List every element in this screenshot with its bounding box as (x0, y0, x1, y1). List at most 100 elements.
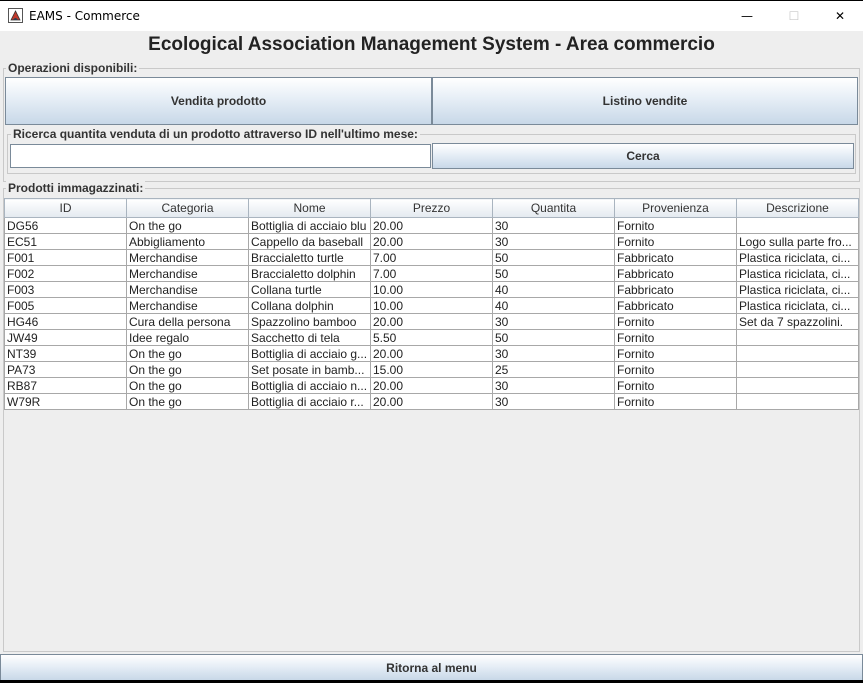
cell-id[interactable]: W79R (4, 393, 127, 410)
table-row[interactable]: RB87 On the go Bottiglia di acciaio n...… (4, 377, 859, 394)
cell-origin[interactable]: Fabbricato (614, 281, 737, 298)
cell-name[interactable]: Collana dolphin (248, 297, 371, 314)
cell-quantity[interactable]: 50 (492, 249, 615, 266)
column-header-quantity[interactable]: Quantita (492, 198, 615, 218)
price-list-button[interactable]: Listino vendite (432, 77, 858, 125)
cell-name[interactable]: Braccialetto turtle (248, 249, 371, 266)
cell-description[interactable]: Plastica riciclata, ci... (736, 249, 859, 266)
cell-description[interactable] (736, 393, 859, 410)
column-header-price[interactable]: Prezzo (370, 198, 493, 218)
table-row[interactable]: F003 Merchandise Collana turtle 10.00 40… (4, 281, 859, 298)
cell-category[interactable]: On the go (126, 377, 249, 394)
close-button[interactable]: ✕ (817, 1, 863, 31)
cell-id[interactable]: EC51 (4, 233, 127, 250)
cell-id[interactable]: F005 (4, 297, 127, 314)
cell-id[interactable]: RB87 (4, 377, 127, 394)
table-row[interactable]: JW49 Idee regalo Sacchetto di tela 5.50 … (4, 329, 859, 346)
cell-category[interactable]: Cura della persona (126, 313, 249, 330)
cell-quantity[interactable]: 30 (492, 393, 615, 410)
table-row[interactable]: F002 Merchandise Braccialetto dolphin 7.… (4, 265, 859, 282)
column-header-origin[interactable]: Provenienza (614, 198, 737, 218)
cell-price[interactable]: 7.00 (370, 249, 493, 266)
cell-origin[interactable]: Fornito (614, 393, 737, 410)
table-row[interactable]: HG46 Cura della persona Spazzolino bambo… (4, 313, 859, 330)
cell-name[interactable]: Bottiglia di acciaio blu (248, 217, 371, 234)
table-row[interactable]: DG56 On the go Bottiglia di acciaio blu … (4, 217, 859, 234)
cell-price[interactable]: 20.00 (370, 393, 493, 410)
cell-category[interactable]: On the go (126, 393, 249, 410)
cell-origin[interactable]: Fornito (614, 329, 737, 346)
cell-name[interactable]: Bottiglia di acciaio r... (248, 393, 371, 410)
cell-quantity[interactable]: 50 (492, 265, 615, 282)
cell-origin[interactable]: Fornito (614, 377, 737, 394)
cell-description[interactable] (736, 329, 859, 346)
cell-description[interactable]: Logo sulla parte fro... (736, 233, 859, 250)
table-row[interactable]: F001 Merchandise Braccialetto turtle 7.0… (4, 249, 859, 266)
table-row[interactable]: PA73 On the go Set posate in bamb... 15.… (4, 361, 859, 378)
cell-origin[interactable]: Fornito (614, 345, 737, 362)
cell-id[interactable]: DG56 (4, 217, 127, 234)
cell-description[interactable]: Set da 7 spazzolini. (736, 313, 859, 330)
column-header-name[interactable]: Nome (248, 198, 371, 218)
cell-id[interactable]: JW49 (4, 329, 127, 346)
search-button[interactable]: Cerca (432, 143, 854, 169)
cell-quantity[interactable]: 30 (492, 313, 615, 330)
product-id-input[interactable] (10, 144, 431, 168)
cell-id[interactable]: HG46 (4, 313, 127, 330)
cell-description[interactable]: Plastica riciclata, ci... (736, 281, 859, 298)
cell-description[interactable] (736, 345, 859, 362)
cell-quantity[interactable]: 30 (492, 217, 615, 234)
cell-origin[interactable]: Fornito (614, 361, 737, 378)
cell-id[interactable]: F001 (4, 249, 127, 266)
table-row[interactable]: W79R On the go Bottiglia di acciaio r...… (4, 393, 859, 410)
cell-price[interactable]: 10.00 (370, 297, 493, 314)
cell-name[interactable]: Collana turtle (248, 281, 371, 298)
cell-origin[interactable]: Fabbricato (614, 265, 737, 282)
cell-description[interactable] (736, 361, 859, 378)
cell-quantity[interactable]: 50 (492, 329, 615, 346)
back-to-menu-button[interactable]: Ritorna al menu (0, 654, 863, 681)
cell-id[interactable]: PA73 (4, 361, 127, 378)
cell-price[interactable]: 20.00 (370, 345, 493, 362)
cell-origin[interactable]: Fornito (614, 233, 737, 250)
cell-price[interactable]: 10.00 (370, 281, 493, 298)
cell-origin[interactable]: Fornito (614, 217, 737, 234)
cell-quantity[interactable]: 40 (492, 297, 615, 314)
cell-category[interactable]: Merchandise (126, 281, 249, 298)
cell-category[interactable]: On the go (126, 217, 249, 234)
cell-description[interactable] (736, 217, 859, 234)
cell-category[interactable]: Merchandise (126, 297, 249, 314)
products-table[interactable]: ID Categoria Nome Prezzo Quantita Proven… (4, 198, 859, 410)
cell-origin[interactable]: Fornito (614, 313, 737, 330)
cell-price[interactable]: 20.00 (370, 233, 493, 250)
column-header-category[interactable]: Categoria (126, 198, 249, 218)
cell-id[interactable]: F002 (4, 265, 127, 282)
table-row[interactable]: EC51 Abbigliamento Cappello da baseball … (4, 233, 859, 250)
cell-price[interactable]: 15.00 (370, 361, 493, 378)
cell-description[interactable]: Plastica riciclata, ci... (736, 265, 859, 282)
table-row[interactable]: F005 Merchandise Collana dolphin 10.00 4… (4, 297, 859, 314)
cell-price[interactable]: 20.00 (370, 217, 493, 234)
cell-id[interactable]: NT39 (4, 345, 127, 362)
cell-name[interactable]: Braccialetto dolphin (248, 265, 371, 282)
cell-description[interactable] (736, 377, 859, 394)
cell-quantity[interactable]: 30 (492, 345, 615, 362)
cell-price[interactable]: 5.50 (370, 329, 493, 346)
cell-origin[interactable]: Fabbricato (614, 297, 737, 314)
maximize-button[interactable]: ☐ (771, 1, 817, 31)
cell-quantity[interactable]: 25 (492, 361, 615, 378)
column-header-id[interactable]: ID (4, 198, 127, 218)
minimize-button[interactable]: — (724, 1, 770, 31)
cell-name[interactable]: Sacchetto di tela (248, 329, 371, 346)
cell-quantity[interactable]: 40 (492, 281, 615, 298)
column-header-description[interactable]: Descrizione (736, 198, 859, 218)
cell-id[interactable]: F003 (4, 281, 127, 298)
cell-quantity[interactable]: 30 (492, 233, 615, 250)
cell-description[interactable]: Plastica riciclata, ci... (736, 297, 859, 314)
cell-quantity[interactable]: 30 (492, 377, 615, 394)
sell-product-button[interactable]: Vendita prodotto (5, 77, 432, 125)
cell-price[interactable]: 20.00 (370, 313, 493, 330)
cell-category[interactable]: Merchandise (126, 249, 249, 266)
cell-name[interactable]: Cappello da baseball (248, 233, 371, 250)
cell-category[interactable]: On the go (126, 345, 249, 362)
